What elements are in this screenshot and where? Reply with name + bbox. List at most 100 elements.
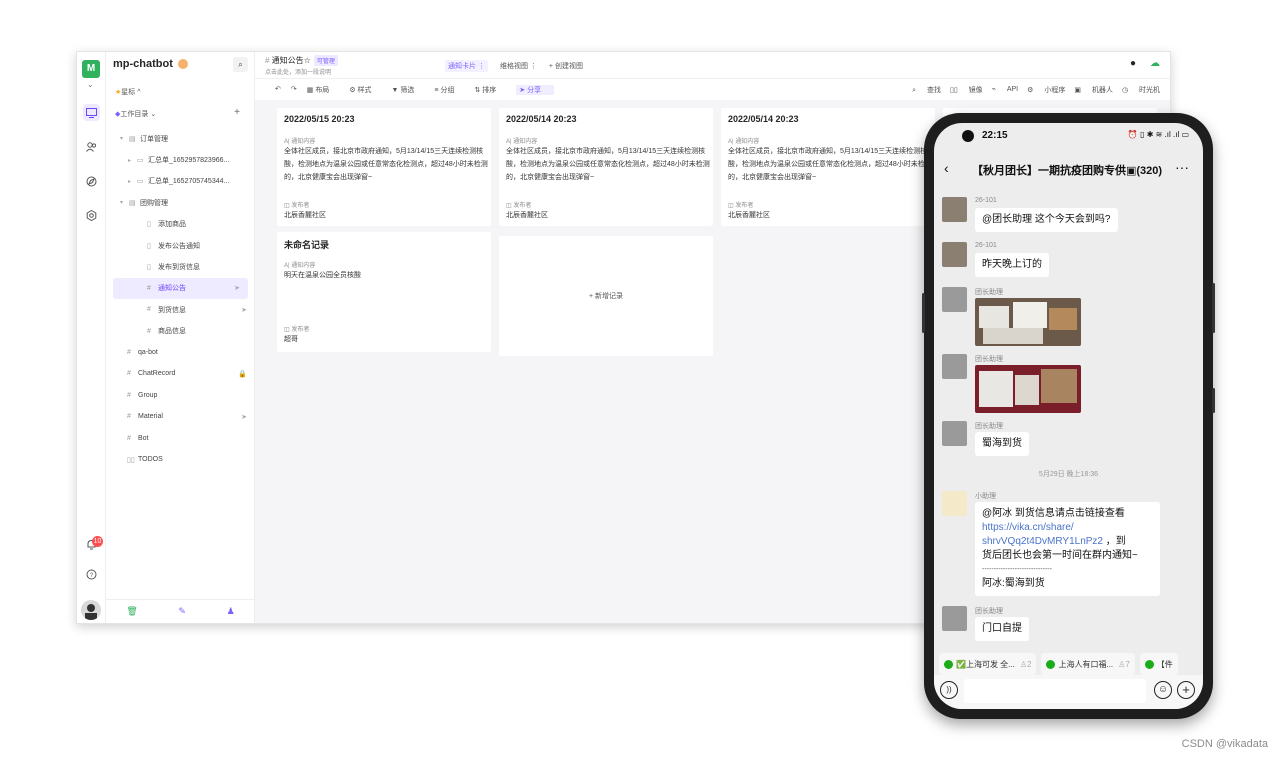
group-button[interactable]: ≡ 分组 xyxy=(434,85,464,95)
avatar[interactable] xyxy=(942,242,967,267)
message-bubble[interactable]: @团长助理 这个今天会到吗? xyxy=(975,208,1118,232)
members-icon[interactable] xyxy=(83,138,100,155)
record-card[interactable]: 未命名记录 A| 通知内容 明天在温泉公园全员核酸 ◫ 发布者 超哥 xyxy=(277,232,491,352)
node-status-icon: ➤ xyxy=(234,285,240,293)
space-name[interactable]: mp-chatbot xyxy=(113,58,188,70)
wechat-icon xyxy=(1144,659,1154,669)
message-image[interactable] xyxy=(975,365,1081,413)
sidebar-item[interactable]: # 通知公告 ➤ xyxy=(113,277,248,300)
settings-icon[interactable] xyxy=(83,207,100,224)
sidebar-item[interactable]: ▯ 发布公告通知 xyxy=(106,235,255,256)
message-bubble[interactable]: 门口自提 xyxy=(975,617,1029,641)
api-button[interactable]: ⌁ API xyxy=(992,85,1018,95)
favorites-header[interactable]: ★星标 ^ xyxy=(115,87,141,97)
sidebar-item[interactable]: # 到货信息 ➤ xyxy=(106,299,255,320)
user-avatar[interactable] xyxy=(81,600,101,620)
redo-button[interactable]: ↷ xyxy=(291,85,297,95)
message-input[interactable] xyxy=(964,679,1146,703)
sidebar-item[interactable]: # Group xyxy=(106,385,255,406)
mirror-button[interactable]: ▯▯ 镜像 xyxy=(950,85,983,95)
sidebar-item[interactable]: ▯▯ TODOS xyxy=(106,449,255,470)
node-icon: ▭ xyxy=(137,157,144,165)
sidebar-item[interactable]: # Material ➤ xyxy=(106,406,255,427)
avatar[interactable] xyxy=(942,197,967,222)
sidebar-item[interactable]: ▯ 添加商品 xyxy=(106,214,255,235)
quick-group-chip[interactable]: 【件 xyxy=(1139,653,1178,675)
workbench-icon[interactable] xyxy=(83,104,100,121)
message-image[interactable] xyxy=(975,298,1081,346)
workdir-header[interactable]: ◆工作目录 ⌄ xyxy=(115,109,156,119)
find-button[interactable]: ⌕ 查找 xyxy=(912,85,941,95)
undo-button[interactable]: ↶ xyxy=(275,85,281,95)
emoji-icon[interactable]: ☺ xyxy=(1154,681,1172,699)
chevron-down-icon[interactable]: ⌄ xyxy=(87,80,94,89)
explore-icon[interactable] xyxy=(83,173,100,190)
view-tabs: 通知卡片 ⋮ 维格视图 ⋮ + 创建视图 xyxy=(445,60,595,72)
sort-button[interactable]: ⇅ 排序 xyxy=(474,85,506,95)
field-label: A| 通知内容 xyxy=(284,139,316,145)
back-icon[interactable]: ‹ xyxy=(944,161,949,175)
datasheet-description[interactable]: 点击此处，添加一段说明 xyxy=(265,67,331,76)
avatar[interactable] xyxy=(942,421,967,446)
sidebar-item[interactable]: # qa-bot xyxy=(106,342,255,363)
filter-button[interactable]: ▼ 筛选 xyxy=(392,85,425,95)
expand-icon[interactable]: ▸ xyxy=(128,178,137,185)
message-line: 阿冰:蜀海到货 xyxy=(982,578,1045,589)
share-link[interactable]: shrvVQq2t4DvMRY1LnPz2 xyxy=(982,536,1103,547)
message-bubble[interactable]: @阿冰 到货信息请点击链接查看 https://vika.cn/share/ s… xyxy=(975,502,1160,596)
message-line: 货后团长也会第一时间在群内通知~ xyxy=(982,550,1138,561)
sidebar-item[interactable]: ▾ ▤ 订单管理 xyxy=(106,128,255,149)
style-button[interactable]: ⚙ 样式 xyxy=(349,85,381,95)
record-card[interactable]: 2022/05/15 20:23 A| 通知内容 全体社区成员，接北京市政府通知… xyxy=(277,108,491,226)
wechat-icon xyxy=(944,659,953,669)
tab-gallery[interactable]: 通知卡片 ⋮ xyxy=(445,60,488,72)
quick-group-chip[interactable]: 上海人有口福... ♙7 xyxy=(1041,653,1135,675)
avatar[interactable] xyxy=(942,606,967,631)
sidebar-item[interactable]: ▯ 发布到货信息 xyxy=(106,256,255,277)
expand-icon[interactable]: ▾ xyxy=(120,135,129,142)
more-icon[interactable]: ··· xyxy=(1175,159,1189,175)
sync-cloud-icon[interactable]: ☁ xyxy=(1150,58,1160,69)
robot-button[interactable]: ▣ 机器人 xyxy=(1074,85,1113,95)
sidebar-item[interactable]: ▸ ▭ 汇总单_1652705745344... xyxy=(106,171,255,192)
help-icon[interactable]: ? xyxy=(83,566,100,583)
voice-icon[interactable]: )) xyxy=(940,681,958,699)
record-card[interactable]: 2022/05/14 20:23 A| 通知内容 全体社区成员，接北京市政府通知… xyxy=(499,108,713,226)
tab-create-view[interactable]: + 创建视图 xyxy=(549,61,583,72)
sidebar-item-label: 团购管理 xyxy=(140,199,168,207)
message-bubble[interactable]: 蜀海到货 xyxy=(975,432,1029,456)
collaborator-avatar[interactable]: ● xyxy=(1130,58,1136,69)
share-link[interactable]: https://vika.cn/share/ xyxy=(982,521,1153,535)
notification-badge: 10 xyxy=(92,536,103,547)
plus-icon[interactable]: + xyxy=(1177,681,1195,699)
message-bubble[interactable]: 昨天晚上订的 xyxy=(975,253,1049,277)
camera-hole xyxy=(962,130,974,142)
sidebar-item[interactable]: # ChatRecord 🔒 xyxy=(106,363,255,384)
sidebar-item[interactable]: # Bot xyxy=(106,427,255,448)
sidebar-item-label: 通知公告 xyxy=(158,285,186,293)
sidebar-item[interactable]: ▸ ▭ 汇总单_1652957823966... xyxy=(106,149,255,170)
invite-member-icon[interactable]: ♟ xyxy=(227,606,235,617)
share-button[interactable]: ➤ 分享 xyxy=(516,85,555,95)
quick-group-chip[interactable]: ✅上海可发 全... ♙2 xyxy=(939,653,1037,675)
template-icon[interactable]: ✎ xyxy=(178,606,186,617)
sidebar-item[interactable]: # 商品信息 xyxy=(106,321,255,342)
avatar[interactable] xyxy=(942,287,967,312)
datasheet-title[interactable]: # 通知公告☆ 可管理 xyxy=(265,55,338,66)
add-record-card[interactable]: + 新增记录 xyxy=(499,236,713,356)
space-logo[interactable]: M xyxy=(82,60,100,78)
record-card[interactable]: 2022/05/14 20:23 A| 通知内容 全体社区成员，接北京市政府通知… xyxy=(721,108,935,226)
sidebar-item[interactable]: ▾ ▤ 团购管理 xyxy=(106,192,255,213)
avatar[interactable] xyxy=(942,354,967,379)
avatar[interactable] xyxy=(942,491,967,516)
status-time: 22:15 xyxy=(982,130,1008,141)
add-node-button[interactable]: + xyxy=(234,107,240,118)
time-machine-button[interactable]: ◷ 时光机 xyxy=(1122,85,1160,95)
search-icon[interactable]: ⌕ xyxy=(233,57,248,72)
trash-icon[interactable]: 🗑 xyxy=(126,606,137,617)
expand-icon[interactable]: ▸ xyxy=(128,157,137,164)
expand-icon[interactable]: ▾ xyxy=(120,199,129,206)
widget-button[interactable]: ⚙ 小程序 xyxy=(1027,85,1065,95)
layout-button[interactable]: ▦ 布局 xyxy=(307,85,340,95)
tab-grid[interactable]: 维格视图 ⋮ xyxy=(500,61,537,72)
